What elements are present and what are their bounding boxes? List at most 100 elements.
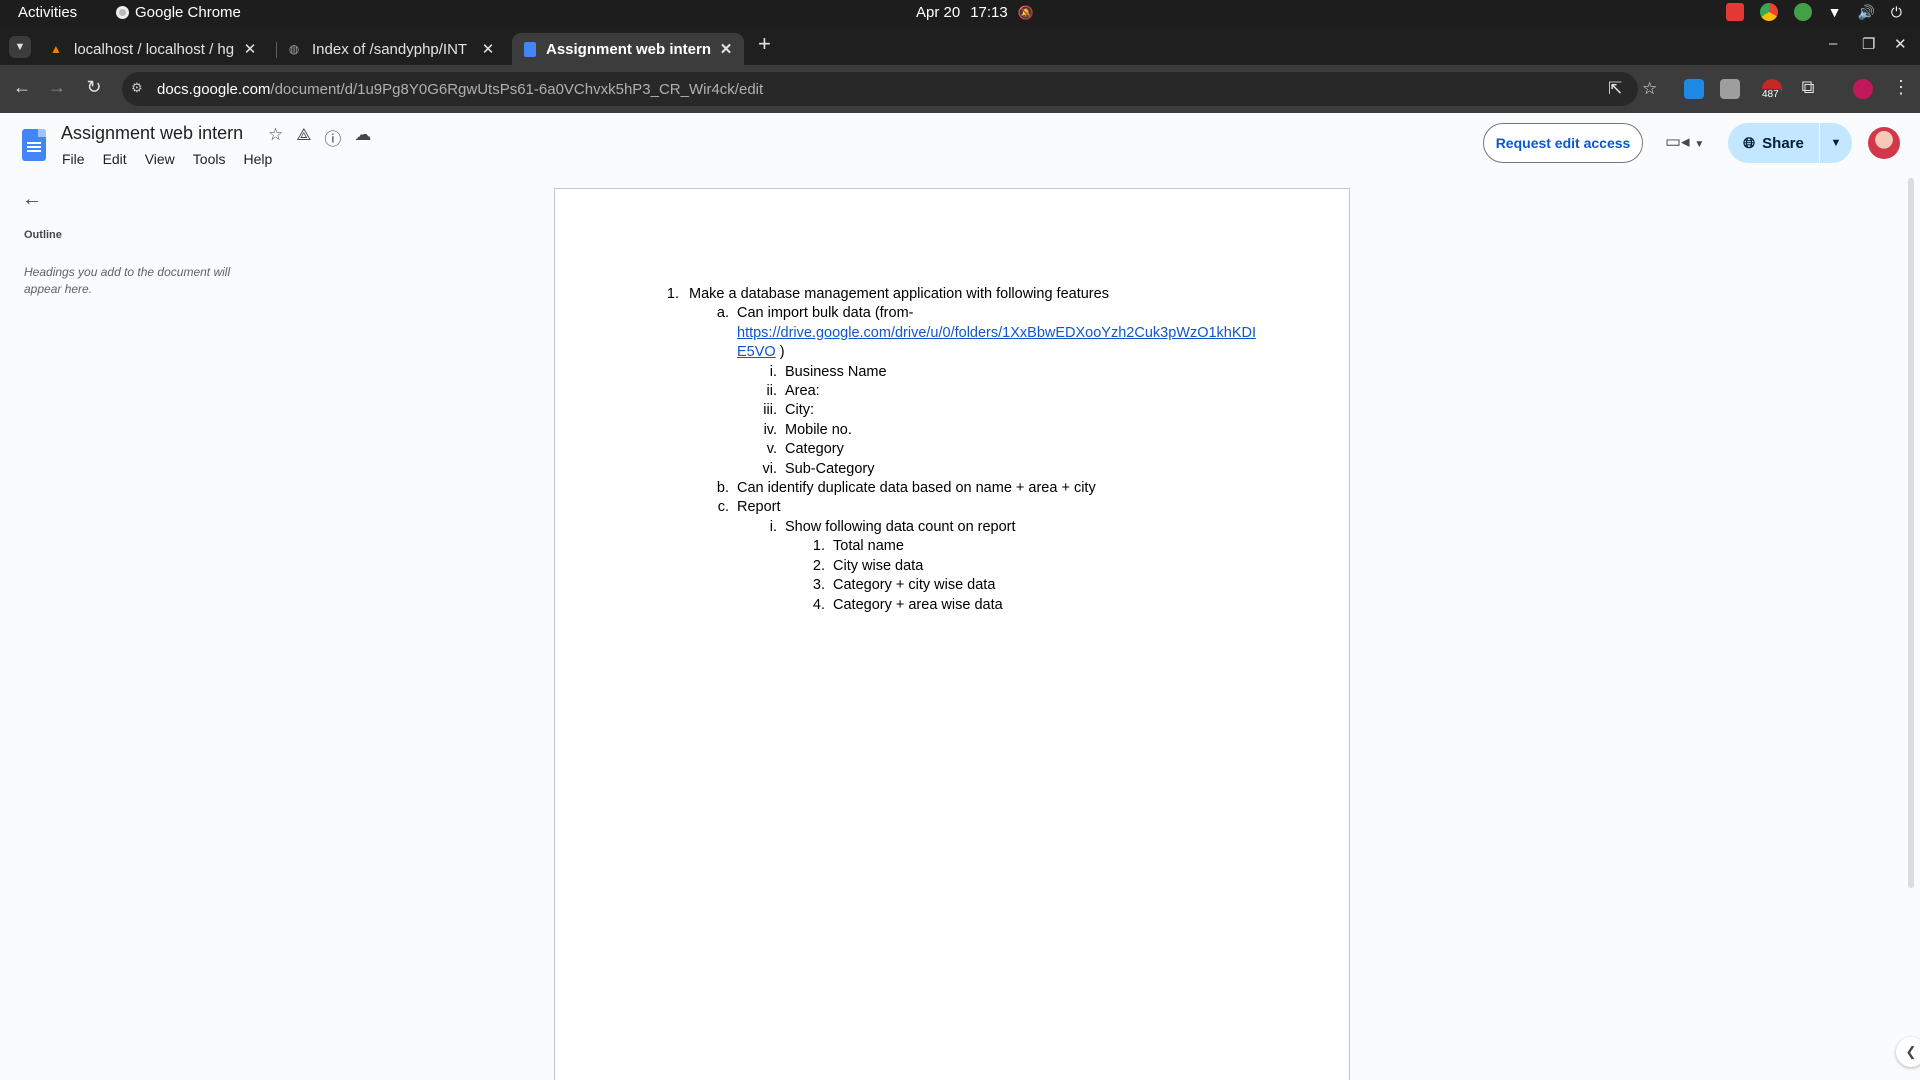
site-info-icon[interactable]: ⚙ <box>131 80 143 96</box>
add-to-drive-icon[interactable]: ⟁ <box>296 125 311 150</box>
share-button[interactable]: 🌐︎ Share <box>1728 123 1820 163</box>
url-domain: docs.google.com <box>157 81 271 98</box>
list-text: Mobile no. <box>785 421 852 438</box>
list-marker: a. <box>716 305 729 322</box>
tab-assignment[interactable]: Assignment web intern ✕ <box>512 33 744 65</box>
list-item: 2. City wise data <box>665 557 1265 576</box>
meet-button[interactable]: ▭◂ ▼ <box>1665 132 1704 152</box>
list-item: ii. Area: <box>665 382 1265 401</box>
tab-index[interactable]: ◍ Index of /sandyphp/INT ✕ <box>274 33 506 65</box>
side-panel-toggle-button[interactable]: ❮ <box>1896 1037 1920 1067</box>
new-tab-button[interactable]: + <box>758 31 771 57</box>
list-marker: 1. <box>812 538 825 555</box>
profile-avatar-icon[interactable] <box>1853 79 1873 99</box>
list-item: i. Show following data count on report <box>665 518 1265 537</box>
title-actions: ☆ ⟁ ⓘ ☁ <box>268 125 371 150</box>
wifi-icon[interactable]: ▼ <box>1828 4 1842 20</box>
share-options-button[interactable]: ▼ <box>1820 123 1852 163</box>
minimize-icon[interactable]: – <box>1829 35 1837 52</box>
back-icon[interactable]: ← <box>10 77 34 98</box>
url-path: /document/d/1u9Pg8Y0G6RgwUtsPs61-6a0VChv… <box>270 81 764 98</box>
video-camera-icon: ▭◂ <box>1665 132 1690 151</box>
close-icon[interactable]: ✕ <box>480 40 496 58</box>
screen-record-icon[interactable] <box>1725 3 1744 21</box>
chrome-menu-icon[interactable]: ⋮ <box>1892 77 1910 98</box>
extension-icon[interactable] <box>1684 79 1704 99</box>
cloud-status-icon[interactable]: ☁ <box>354 125 371 150</box>
clock[interactable]: Apr 20 17:13 🔕 <box>916 4 1034 21</box>
document-page[interactable]: 1. Make a database management applicatio… <box>554 188 1350 1080</box>
chrome-tray-icon[interactable] <box>1759 3 1778 21</box>
list-text: Report <box>737 499 781 516</box>
list-item: a. Can import bulk data (from- https://d… <box>665 304 1265 362</box>
activities-button[interactable]: Activities <box>18 4 77 21</box>
docs-logo-icon[interactable] <box>22 129 46 161</box>
chevron-left-icon: ❮ <box>1905 1044 1917 1059</box>
window-close-icon[interactable]: ✕ <box>1894 35 1907 53</box>
menu-bar: File Edit View Tools Help <box>62 151 272 167</box>
forward-icon[interactable]: → <box>45 77 69 98</box>
docs-icon <box>524 41 536 57</box>
list-text: Category <box>785 441 844 458</box>
menu-view[interactable]: View <box>145 151 175 167</box>
close-outline-back-icon[interactable]: ← <box>22 188 42 211</box>
tab-search-button[interactable]: ▼ <box>9 36 31 58</box>
drive-folder-link[interactable]: https://drive.google.com/drive/u/0/folde… <box>737 325 1256 360</box>
app-menu[interactable]: Google Chrome <box>116 4 241 21</box>
notifications-muted-icon: 🔕 <box>1017 4 1034 20</box>
globe-icon: 🌐︎ <box>1743 134 1756 152</box>
system-tray: ▼ 🔊 ⏻ <box>1725 3 1902 21</box>
volume-icon[interactable]: 🔊 <box>1857 4 1874 21</box>
list-item: 1. Make a database management applicatio… <box>665 285 1265 304</box>
extension-badge: 487 <box>1760 89 1781 100</box>
url-text[interactable]: docs.google.com/document/d/1u9Pg8Y0G6Rgw… <box>157 81 763 98</box>
list-item: iv. Mobile no. <box>665 421 1265 440</box>
list-text: Show following data count on report <box>785 518 1016 535</box>
browser-toolbar: ← → ↻ ⚙ docs.google.com/document/d/1u9Pg… <box>0 65 1920 113</box>
power-icon[interactable]: ⏻ <box>1891 4 1902 21</box>
document-title[interactable]: Assignment web intern <box>61 123 243 144</box>
menu-edit[interactable]: Edit <box>103 151 127 167</box>
list-item: v. Category <box>665 440 1265 459</box>
account-avatar[interactable] <box>1868 127 1900 159</box>
chevron-down-icon: ▼ <box>1694 139 1705 150</box>
list-marker: vi. <box>762 460 778 477</box>
tab-strip: ▼ ▲ localhost / localhost / hg ✕ ◍ Index… <box>0 27 1920 65</box>
share-button-group: 🌐︎ Share ▼ <box>1728 123 1852 163</box>
request-edit-access-button[interactable]: Request edit access <box>1483 123 1643 163</box>
list-item: i. Business Name <box>665 363 1265 382</box>
bookmark-star-icon[interactable]: ☆ <box>1642 79 1657 99</box>
tab-localhost[interactable]: ▲ localhost / localhost / hg ✕ <box>36 33 268 65</box>
list-item: 3. Category + city wise data <box>665 576 1265 595</box>
list-text: City: <box>785 402 814 419</box>
vertical-scrollbar[interactable] <box>1908 178 1914 888</box>
extension-icon[interactable] <box>1720 79 1740 99</box>
menu-file[interactable]: File <box>62 151 85 167</box>
tab-title: Assignment web intern <box>546 40 712 58</box>
list-item: 1. Total name <box>665 537 1265 556</box>
chevron-down-icon: ▼ <box>1830 137 1842 149</box>
reload-icon[interactable]: ↻ <box>82 77 106 98</box>
document-body[interactable]: 1. Make a database management applicatio… <box>665 285 1265 615</box>
maximize-icon[interactable]: ❐ <box>1862 35 1875 53</box>
list-text: Sub-Category <box>785 460 875 477</box>
chrome-icon <box>116 6 129 19</box>
info-icon[interactable]: ⓘ <box>324 125 341 150</box>
clock-date: Apr 20 <box>916 4 961 21</box>
extensions-puzzle-icon[interactable]: ⧉ <box>1796 77 1820 98</box>
list-text: Can import bulk data (from- <box>737 305 914 322</box>
close-icon[interactable]: ✕ <box>718 40 734 58</box>
list-marker: v. <box>766 441 777 458</box>
address-bar[interactable]: ⚙ docs.google.com/document/d/1u9Pg8Y0G6R… <box>122 72 1657 106</box>
share-label: Share <box>1762 134 1804 152</box>
star-icon[interactable]: ☆ <box>268 125 283 150</box>
list-marker: ii. <box>766 383 777 400</box>
tab-title: Index of /sandyphp/INT <box>312 40 468 58</box>
open-in-app-icon[interactable]: ⇱ <box>1608 79 1622 99</box>
list-marker: 2. <box>812 557 825 574</box>
check-tray-icon[interactable] <box>1793 3 1812 21</box>
menu-tools[interactable]: Tools <box>193 151 226 167</box>
menu-help[interactable]: Help <box>243 151 272 167</box>
phpmyadmin-icon: ▲ <box>50 42 62 56</box>
close-icon[interactable]: ✕ <box>242 40 258 58</box>
